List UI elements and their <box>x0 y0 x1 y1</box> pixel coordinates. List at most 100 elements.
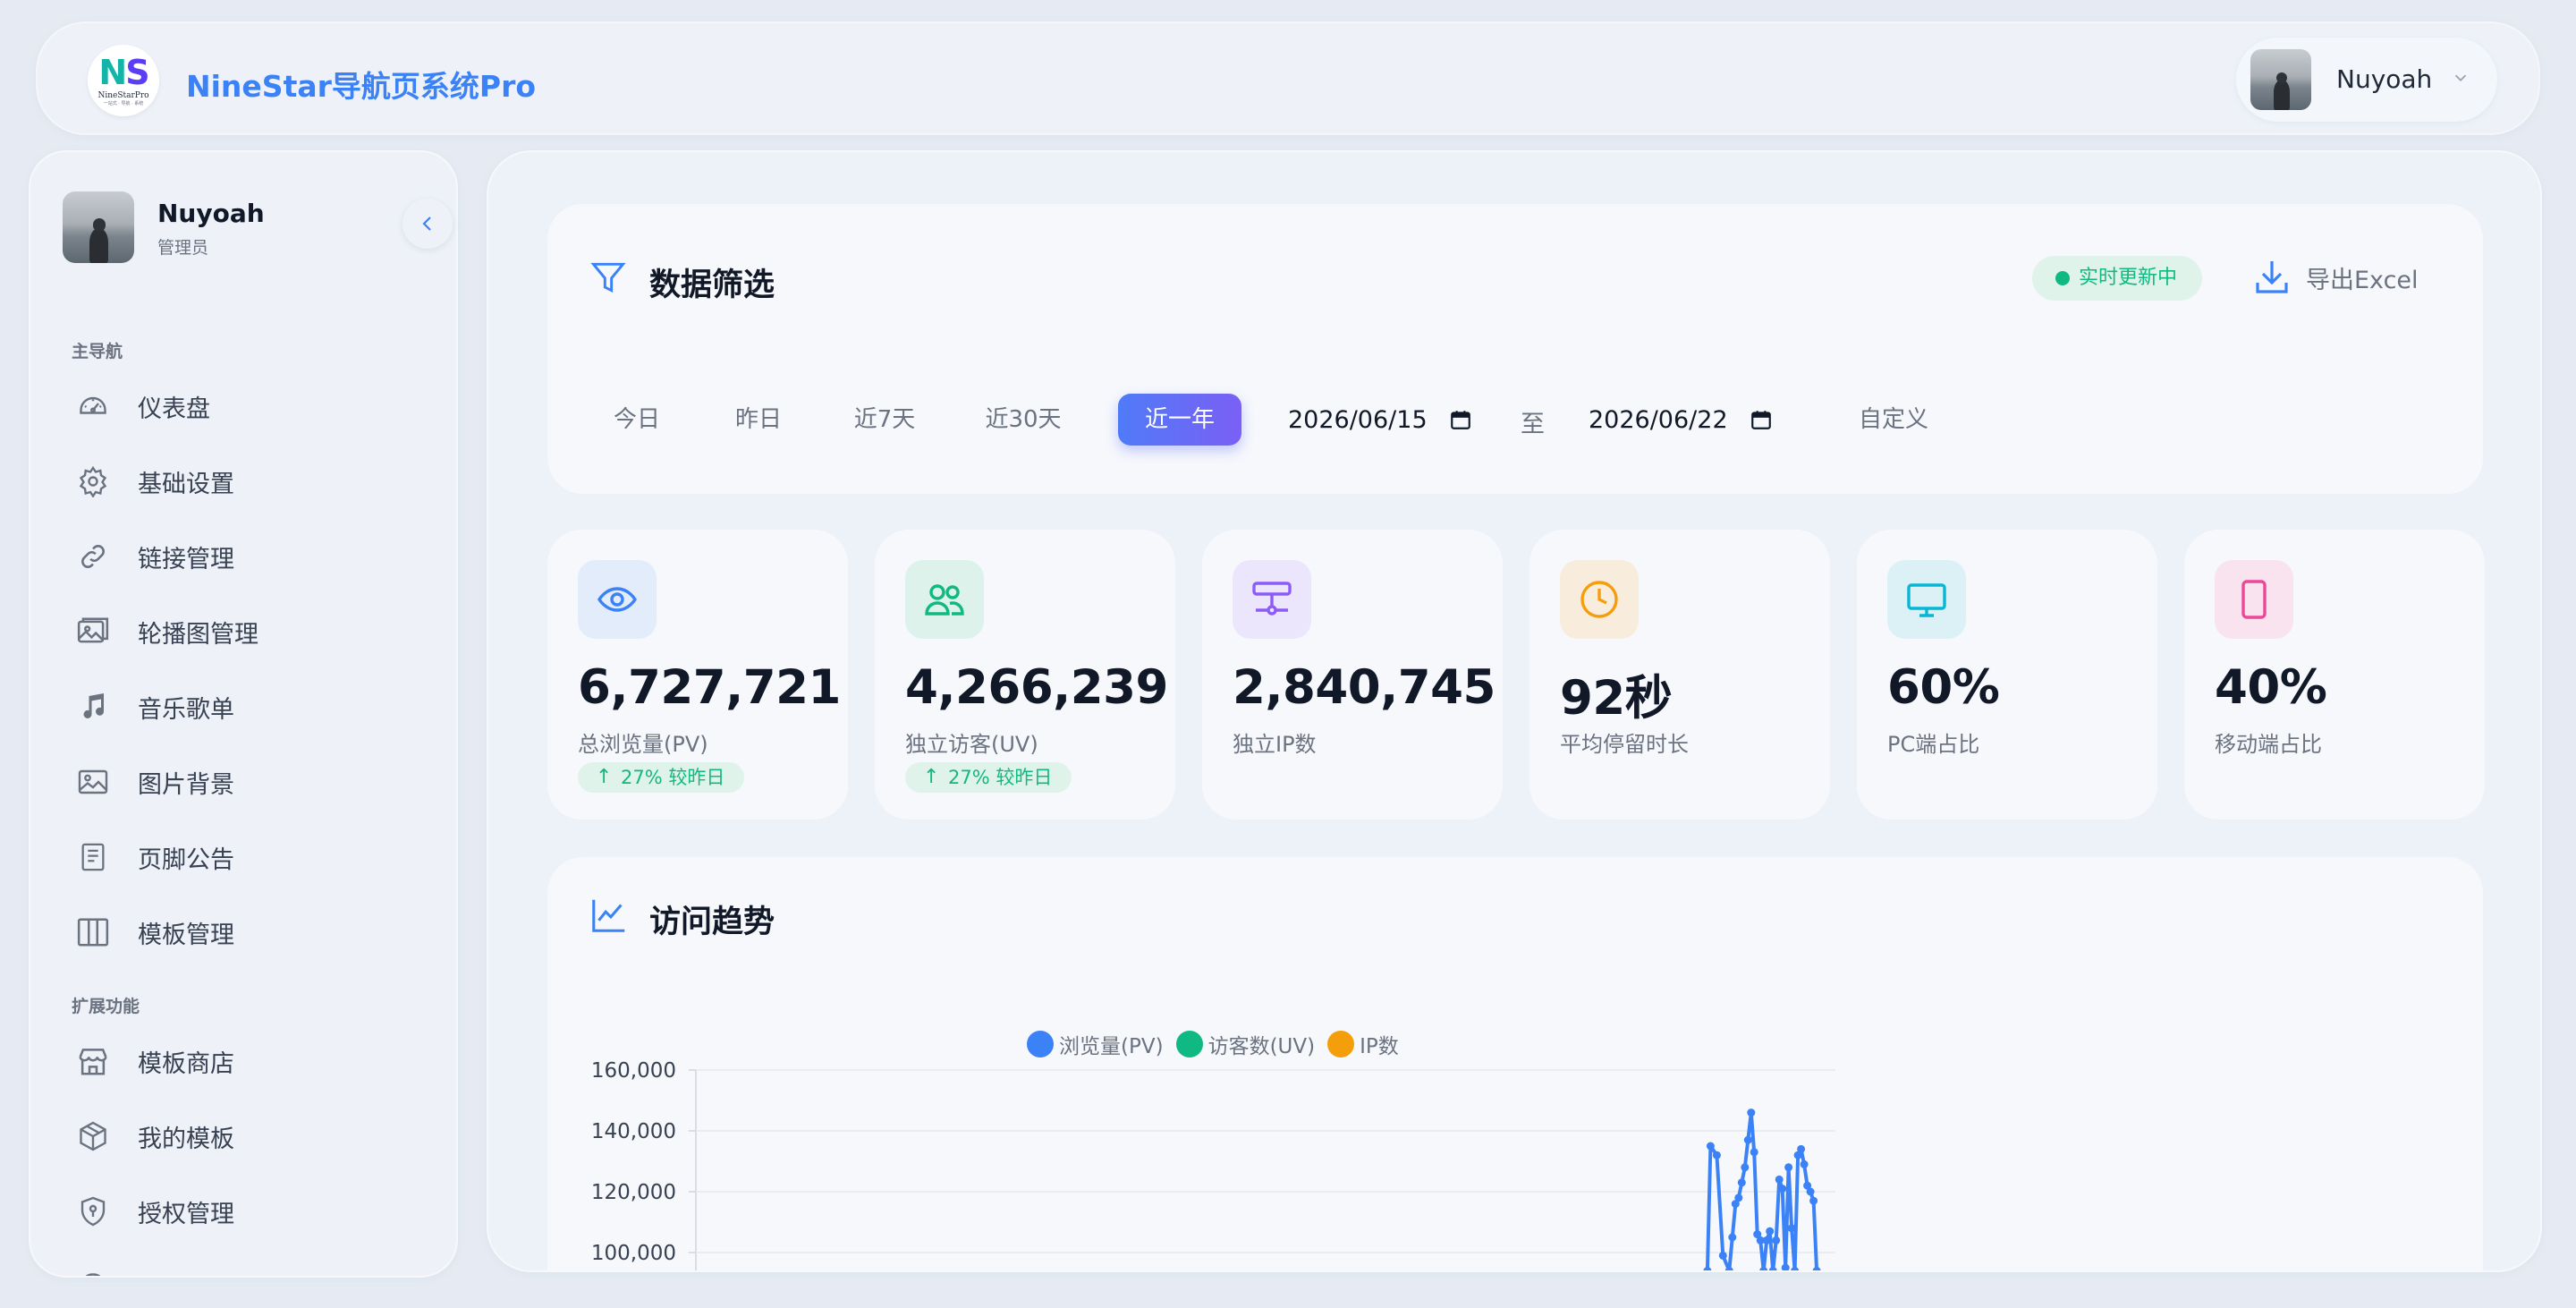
data-point <box>1747 1108 1756 1117</box>
images-icon <box>75 614 111 650</box>
user-menu-button[interactable]: Nuyoah <box>2236 38 2497 122</box>
data-point <box>1812 1266 1821 1270</box>
custom-range-button[interactable]: 自定义 <box>1844 394 1943 446</box>
circle-icon <box>75 1269 111 1276</box>
sidebar-item-music[interactable]: 音乐歌单 <box>75 680 433 734</box>
chevron-left-icon <box>422 217 431 231</box>
calendar-icon <box>1750 411 1771 429</box>
data-point <box>1768 1266 1777 1270</box>
sidebar-item-template-management[interactable]: 模板管理 <box>75 905 433 959</box>
sidebar-item-my-templates[interactable]: 我的模板 <box>75 1109 433 1163</box>
brand-title[interactable]: NineStar导航页系统Pro <box>186 63 536 106</box>
sidebar-item-link-management[interactable]: 链接管理 <box>75 530 433 583</box>
sidebar-item-label: 基础设置 <box>138 470 234 498</box>
stat-card-pv: 6,727,721 总浏览量(PV) 27% 较昨日 <box>547 530 848 820</box>
data-point <box>1743 1135 1752 1144</box>
range-yesterday-button[interactable]: 昨日 <box>710 394 807 446</box>
logo-wordmark: NineStarPro <box>97 90 149 100</box>
sidebar-item-carousel[interactable]: 轮播图管理 <box>75 605 433 658</box>
data-point <box>1766 1227 1775 1236</box>
end-date-value: 2026/06/22 <box>1589 405 1728 434</box>
gear-icon <box>75 463 111 499</box>
data-point <box>1750 1148 1758 1157</box>
stat-label: 独立访客(UV) <box>905 732 1038 757</box>
brand-logo[interactable]: NS NineStarPro 一站式 · 导航 · 系统 <box>88 45 159 116</box>
data-point <box>1706 1142 1715 1151</box>
data-point <box>1809 1196 1818 1205</box>
stat-label: 总浏览量(PV) <box>578 732 708 757</box>
monitor-icon <box>1907 583 1946 617</box>
stat-icon-bg <box>1887 560 1966 639</box>
end-date-input[interactable]: 2026/06/22 <box>1589 394 1773 446</box>
range-7days-button[interactable]: 近7天 <box>835 394 934 446</box>
sidebar-user-name: Nuyoah <box>157 199 265 228</box>
filter-panel: 数据筛选 实时更新中 导出Excel 今日 昨日 近7天 近30天 近一年 20… <box>547 204 2483 494</box>
live-status-badge: 实时更新中 <box>2032 256 2203 301</box>
stat-label: PC端占比 <box>1887 732 1980 757</box>
y-tick-label: 160,000 <box>591 1059 676 1083</box>
trend-chart[interactable]: 100,000 120,000 140,000 160,000 <box>547 857 2483 1272</box>
stat-card-pc: 60% PC端占比 <box>1857 530 2157 820</box>
data-point <box>1781 1263 1790 1270</box>
data-point <box>1712 1151 1721 1159</box>
sidebar-user-role: 管理员 <box>157 238 209 258</box>
stat-icon-bg <box>905 560 984 639</box>
image-icon <box>75 764 111 800</box>
link-icon <box>75 539 111 574</box>
start-date-input[interactable]: 2026/06/15 <box>1288 394 1472 446</box>
sidebar-item-label: 模板管理 <box>138 921 234 949</box>
shield-icon <box>75 1193 111 1229</box>
chevron-down-icon <box>2454 74 2467 82</box>
user-name: Nuyoah <box>2336 64 2433 94</box>
sidebar-item-background[interactable]: 图片背景 <box>75 755 433 809</box>
data-point <box>1762 1236 1771 1244</box>
dashboard-icon <box>75 388 111 424</box>
range-1year-button[interactable]: 近一年 <box>1118 394 1241 446</box>
start-date-value: 2026/06/15 <box>1288 405 1428 434</box>
stat-card-mobile: 40% 移动端占比 <box>2184 530 2485 820</box>
avatar <box>63 191 134 263</box>
phone-icon <box>2241 580 2267 619</box>
stat-value: 60% <box>1887 660 2000 715</box>
stat-value: 92秒 <box>1560 671 1673 726</box>
data-point <box>1772 1236 1781 1244</box>
main-content: 数据筛选 实时更新中 导出Excel 今日 昨日 近7天 近30天 近一年 20… <box>487 150 2542 1272</box>
stat-icon-bg <box>1233 560 1311 639</box>
data-point <box>1703 1266 1712 1270</box>
sidebar-item-template-store[interactable]: 模板商店 <box>75 1034 433 1088</box>
document-icon <box>75 839 111 875</box>
range-today-button[interactable]: 今日 <box>589 394 685 446</box>
nav-section-title: 扩展功能 <box>72 997 140 1016</box>
sidebar-item-basic-settings[interactable]: 基础设置 <box>75 454 433 508</box>
sidebar-item-more[interactable] <box>75 1260 433 1276</box>
data-point <box>1797 1144 1806 1153</box>
date-separator: 至 <box>1521 411 1545 438</box>
users-icon <box>925 584 964 616</box>
range-30days-button[interactable]: 近30天 <box>966 394 1080 446</box>
export-label: 导出Excel <box>2306 266 2419 294</box>
stat-value: 6,727,721 <box>578 660 841 715</box>
y-tick-label: 100,000 <box>591 1242 676 1265</box>
stat-value: 4,266,239 <box>905 660 1168 715</box>
calendar-icon <box>1450 411 1470 429</box>
stat-value: 40% <box>2215 660 2327 715</box>
sidebar-item-dashboard[interactable]: 仪表盘 <box>75 379 433 433</box>
y-tick-label: 140,000 <box>591 1120 676 1143</box>
export-excel-button[interactable]: 导出Excel <box>2250 254 2419 301</box>
sidebar-collapse-button[interactable] <box>402 199 453 249</box>
data-point <box>1737 1178 1746 1187</box>
sidebar-item-footer-notice[interactable]: 页脚公告 <box>75 830 433 884</box>
download-icon <box>2256 261 2288 293</box>
server-icon <box>1252 582 1292 616</box>
sidebar-item-label: 轮播图管理 <box>138 620 258 649</box>
data-point <box>1806 1187 1815 1196</box>
stat-card-duration: 92秒 平均停留时长 <box>1530 530 1830 820</box>
stat-label: 移动端占比 <box>2215 732 2322 757</box>
stat-icon-bg <box>1560 560 1639 639</box>
data-point <box>1734 1193 1743 1202</box>
stat-label: 独立IP数 <box>1233 732 1317 757</box>
trend-panel: 访问趋势 浏览量(PV) 访客数(UV) IP数 100,000 120,000 1… <box>547 857 2483 1272</box>
sidebar-item-authorization[interactable]: 授权管理 <box>75 1185 433 1238</box>
sidebar-item-label: 授权管理 <box>138 1200 234 1228</box>
nav-section-title: 主导航 <box>72 342 123 361</box>
